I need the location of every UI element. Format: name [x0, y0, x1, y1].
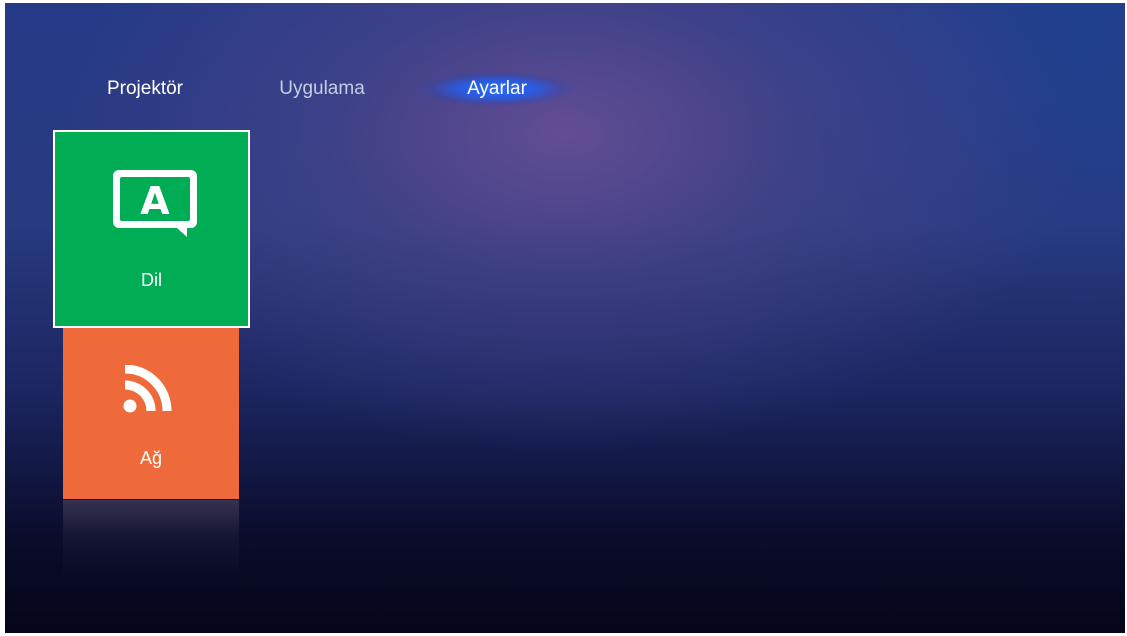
network-feed-icon — [123, 365, 172, 413]
projector-home-screen: Projektör Uygulama Ayarlar A Dil Ağ — [5, 3, 1125, 633]
top-tab-bar: Projektör Uygulama Ayarlar — [5, 71, 1125, 107]
language-icon-letter: A — [140, 179, 170, 223]
tile-language-label: Dil — [141, 270, 162, 290]
tab-projektor[interactable]: Projektör — [85, 71, 205, 107]
tile-network[interactable]: Ağ — [63, 326, 239, 499]
language-icon: A — [113, 170, 197, 237]
tile-reflection — [63, 500, 239, 580]
tile-network-label: Ağ — [139, 448, 163, 468]
tile-language[interactable]: A Dil — [53, 130, 250, 328]
tab-uygulama[interactable]: Uygulama — [257, 71, 387, 107]
tab-ayarlar[interactable]: Ayarlar — [417, 71, 577, 107]
